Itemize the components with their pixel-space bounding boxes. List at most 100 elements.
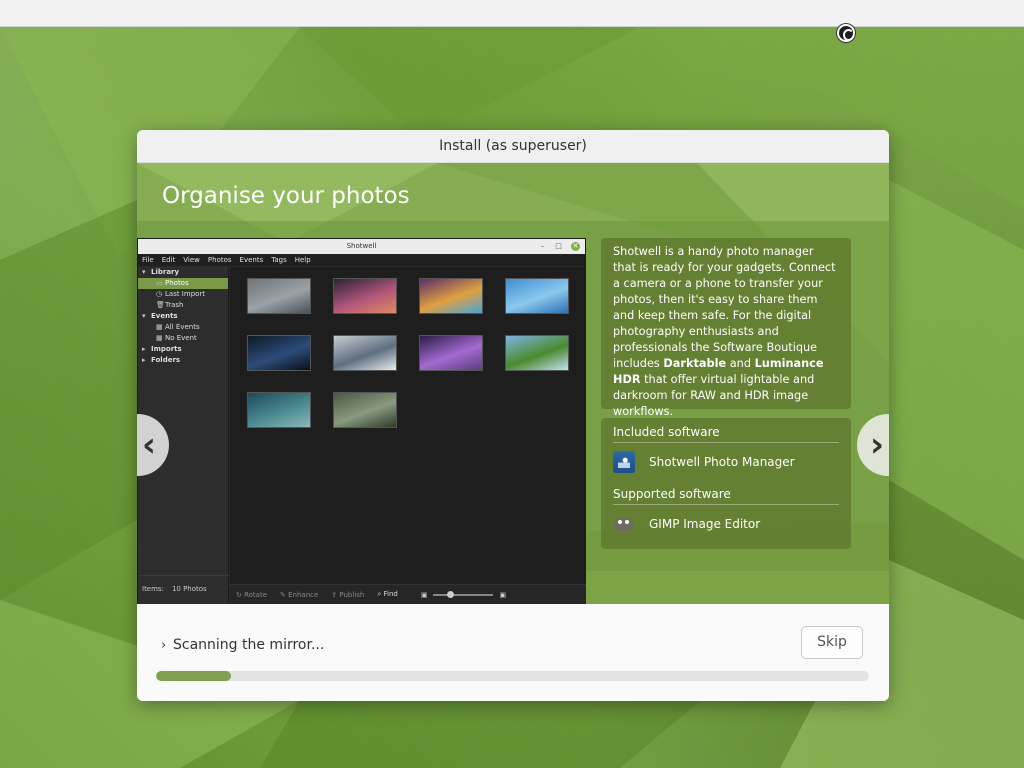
tree-node-label: Folders <box>151 356 181 364</box>
shotwell-menu-view: View <box>183 256 200 264</box>
shotwell-sidebar-item: ◷ Last Import <box>138 289 228 300</box>
tree-node-icon: ▦ <box>156 334 163 342</box>
shotwell-titlebar: Shotwell – □ ✕ <box>138 239 585 254</box>
top-panel <box>0 0 1024 27</box>
gimp-icon <box>613 513 635 535</box>
zoom-knob <box>447 590 455 598</box>
shotwell-menu-help: Help <box>294 256 311 264</box>
tree-node-label: Last Import <box>165 290 206 298</box>
description-app-name: Darktable <box>663 357 727 370</box>
zoom-out-icon: ▣ <box>420 590 428 599</box>
supported-app-name: GIMP Image Editor <box>649 517 761 531</box>
supported-software-heading: Supported software <box>613 486 839 505</box>
installer-window: Install (as superuser) Organise your pho… <box>137 130 889 701</box>
status-text: Scanning the mirror... <box>173 637 325 653</box>
tree-node-label: All Events <box>165 323 200 331</box>
photo-thumbnail <box>247 278 311 314</box>
shotwell-toolbar-enhance: ✎ Enhance <box>280 591 318 599</box>
shotwell-items-count: Items: 10 Photos <box>138 575 229 604</box>
slide-description: Shotwell is a handy photo manager that i… <box>601 238 851 418</box>
status-line[interactable]: › Scanning the mirror... <box>161 637 324 653</box>
shotwell-menu-tags: Tags <box>271 256 287 264</box>
photo-thumbnail <box>333 392 397 428</box>
mouse-cursor-icon <box>837 24 855 42</box>
photo-thumbnail <box>333 278 397 314</box>
slide-title: Organise your photos <box>162 183 410 209</box>
description-text: and <box>726 357 755 370</box>
chevron-right-icon: › <box>161 638 167 653</box>
shotwell-menu-events: Events <box>239 256 264 264</box>
shotwell-menu-photos: Photos <box>207 256 232 264</box>
photo-thumbnail <box>247 335 311 371</box>
shotwell-toolbar-find: ⌕ Find <box>377 590 398 599</box>
tree-node-label: Photos <box>165 279 189 287</box>
shotwell-sidebar-item: ▦ No Event <box>138 333 228 344</box>
tree-node-label: No Event <box>165 334 197 342</box>
tree-node-label: Library <box>151 268 180 276</box>
shotwell-menubar: File Edit View Photos Events Tags Help <box>138 254 585 266</box>
maximize-icon: □ <box>555 242 562 250</box>
photo-thumbnail <box>419 278 483 314</box>
shotwell-menu-file: File <box>142 256 154 264</box>
zoom-in-icon: ▣ <box>499 590 507 599</box>
included-software-heading: Included software <box>613 424 839 443</box>
shotwell-sidebar-item: ▭ Photos <box>138 278 228 289</box>
shotwell-screenshot: Shotwell – □ ✕ File Edit View Photos Events T… <box>137 238 586 604</box>
tree-node-icon: ▭ <box>156 279 163 287</box>
supported-app-row: GIMP Image Editor <box>613 511 839 537</box>
tree-node-icon: ◷ <box>156 290 163 298</box>
toolbar-label: Publish <box>339 590 365 599</box>
close-icon: ✕ <box>571 242 580 251</box>
photo-thumbnail <box>247 392 311 428</box>
window-title: Install (as superuser) <box>137 130 889 163</box>
shotwell-toolbar-rotate: ↻ Rotate <box>236 591 267 599</box>
tree-node-label: Trash <box>165 301 184 309</box>
photo-thumbnail <box>505 278 569 314</box>
shotwell-toolbar: ↻ Rotate ✎ Enhance ⇪ Publish ⌕ Find ▣ ▣ <box>230 584 586 604</box>
tree-node-icon: ▸ <box>142 356 146 364</box>
shotwell-sidebar-item: ▾ Events <box>138 311 228 322</box>
zoom-track <box>433 590 494 598</box>
shotwell-tree: ▾ Library ▭ Photos ◷ Last Import 🗑Trash ▾ Events… <box>138 267 228 366</box>
shotwell-menu-edit: Edit <box>161 256 176 264</box>
installer-footer: › Scanning the mirror... Skip <box>137 604 889 701</box>
toolbar-label: Rotate <box>244 590 268 599</box>
shotwell-sidebar-item: ▸ Imports <box>138 344 228 355</box>
slideshow: Organise your photos Shotwell – □ ✕ File… <box>137 163 889 604</box>
shotwell-icon <box>613 451 635 473</box>
tree-node-label: Events <box>151 312 178 320</box>
toolbar-label: Enhance <box>288 590 319 599</box>
items-label: Items: <box>142 585 164 593</box>
photo-thumbnail <box>505 335 569 371</box>
tree-node-icon: ▦ <box>156 323 163 331</box>
chevron-left-icon: ‹ <box>141 425 156 465</box>
zoom-slider: ▣ ▣ <box>420 590 507 599</box>
photo-thumbnail <box>333 335 397 371</box>
software-panel: Included software Shotwell Photo Manager… <box>601 418 851 549</box>
photo-thumbnail <box>419 335 483 371</box>
minimize-icon: – <box>540 242 545 250</box>
shotwell-toolbar-publish: ⇪ Publish <box>331 591 364 599</box>
progress-fill <box>156 671 231 681</box>
enhance-icon: ✎ <box>280 590 289 599</box>
shotwell-photo-grid <box>230 267 585 585</box>
shotwell-sidebar-item: ▾ Library <box>138 267 228 278</box>
rotate-icon: ↻ <box>236 590 245 599</box>
skip-button[interactable]: Skip <box>801 626 863 659</box>
description-text: Shotwell is a handy photo manager that i… <box>613 245 836 370</box>
progress-bar <box>156 671 869 681</box>
tree-node-label: Imports <box>151 345 182 353</box>
tree-node-icon: ▾ <box>142 268 146 276</box>
tree-node-icon: ▾ <box>142 312 146 320</box>
shotwell-sidebar-item: ▦ All Events <box>138 322 228 333</box>
included-app-row: Shotwell Photo Manager <box>613 449 839 475</box>
shotwell-title: Shotwell <box>346 242 377 250</box>
included-app-name: Shotwell Photo Manager <box>649 455 795 469</box>
shotwell-sidebar-item: 🗑Trash <box>138 300 228 311</box>
toolbar-label: Find <box>383 590 398 598</box>
items-value: 10 Photos <box>171 585 207 593</box>
shotwell-sidebar-item: ▸ Folders <box>138 355 228 366</box>
tree-node-icon: ▸ <box>142 345 146 353</box>
chevron-right-icon: › <box>869 425 884 465</box>
tree-node-icon: 🗑 <box>156 301 165 309</box>
